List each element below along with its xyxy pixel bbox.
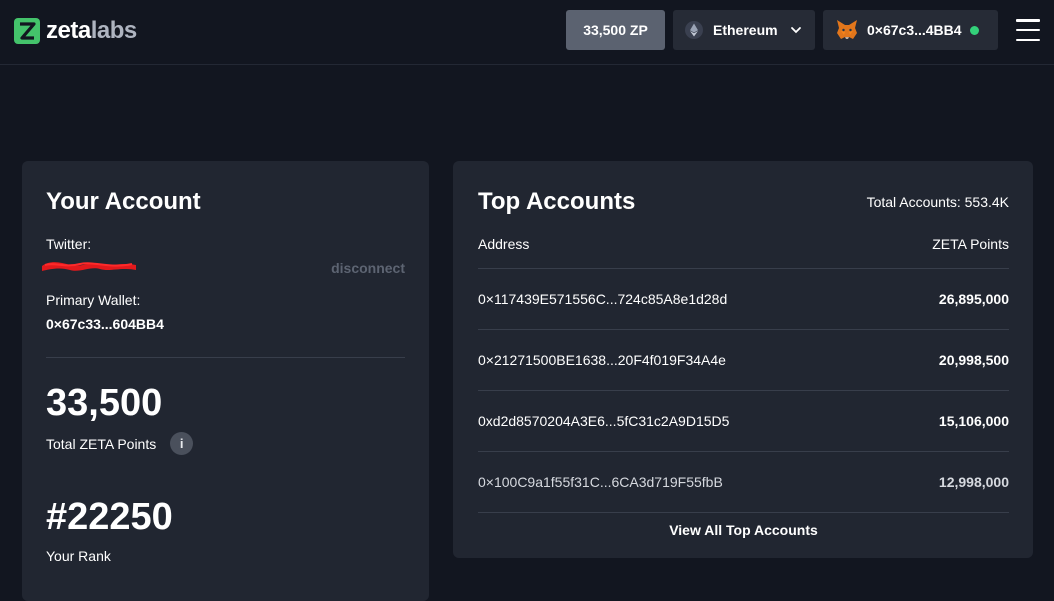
table-header: Address ZETA Points [478, 236, 1009, 269]
table-row[interactable]: 0×100C9a1f55f31C...6CA3d719F55fbB 12,998… [478, 452, 1009, 513]
primary-wallet-value: 0×67c33...604BB4 [46, 316, 164, 332]
connected-status-dot [969, 25, 979, 35]
twitter-label: Twitter: [46, 236, 92, 252]
ethereum-icon [685, 21, 703, 39]
network-selector-button[interactable]: Ethereum [673, 10, 815, 50]
total-points-value: 33,500 [46, 382, 163, 424]
row-address: 0×21271500BE1638...20F4f019F34A4e [478, 352, 726, 368]
row-points: 12,998,000 [938, 474, 1009, 490]
total-points-label-row: Total ZETA Points i [46, 432, 194, 455]
wallet-button[interactable]: 0×67c3...4BB4 [823, 10, 998, 50]
row-address: 0xd2d8570204A3E6...5fC31c2A9D15D5 [478, 413, 730, 429]
wallet-address-label: 0×67c3...4BB4 [867, 22, 962, 38]
table-row[interactable]: 0×21271500BE1638...20F4f019F34A4e 20,998… [478, 330, 1009, 391]
column-header-address: Address [478, 236, 530, 252]
zeta-points-pill[interactable]: 33,500 ZP [566, 10, 665, 50]
primary-wallet-label: Primary Wallet: [46, 292, 141, 308]
table-row[interactable]: 0xd2d8570204A3E6...5fC31c2A9D15D5 15,106… [478, 391, 1009, 452]
view-all-top-accounts-link[interactable]: View All Top Accounts [478, 522, 1009, 538]
row-points: 26,895,000 [938, 291, 1009, 307]
redacted-twitter-handle [42, 262, 136, 271]
total-points-label: Total ZETA Points [46, 435, 157, 452]
chevron-down-icon [790, 27, 801, 34]
info-icon[interactable]: i [170, 432, 194, 455]
metamask-fox-icon [837, 20, 857, 39]
row-points: 20,998,500 [938, 352, 1009, 368]
table-row[interactable]: 0×117439E571556C...724c85A8e1d28d 26,895… [478, 269, 1009, 330]
zeta-logo-icon [14, 18, 40, 44]
disconnect-twitter-link[interactable]: disconnect [331, 260, 405, 276]
rank-value: #22250 [46, 496, 173, 538]
account-divider [46, 357, 405, 358]
top-accounts-title: Top Accounts [478, 188, 636, 215]
zetalabs-logo[interactable]: zetalabs [14, 16, 137, 46]
total-accounts-count: Total Accounts: 553.4K [866, 194, 1009, 210]
row-address: 0×100C9a1f55f31C...6CA3d719F55fbB [478, 474, 723, 490]
hamburger-menu-icon[interactable] [1016, 19, 1040, 41]
logo-wordmark: zetalabs [46, 17, 137, 44]
row-address: 0×117439E571556C...724c85A8e1d28d [478, 291, 728, 307]
top-navigation-bar: zetalabs 33,500 ZP Ethereum 0×67c3...4BB… [0, 0, 1054, 65]
your-account-card: Your Account Twitter: disconnect Primary… [22, 161, 429, 601]
top-accounts-card: Top Accounts Total Accounts: 553.4K Addr… [453, 161, 1033, 558]
row-points: 15,106,000 [938, 413, 1009, 429]
network-label: Ethereum [713, 22, 778, 38]
rank-label: Your Rank [46, 548, 111, 564]
column-header-points: ZETA Points [932, 236, 1009, 252]
your-account-title: Your Account [46, 188, 201, 215]
